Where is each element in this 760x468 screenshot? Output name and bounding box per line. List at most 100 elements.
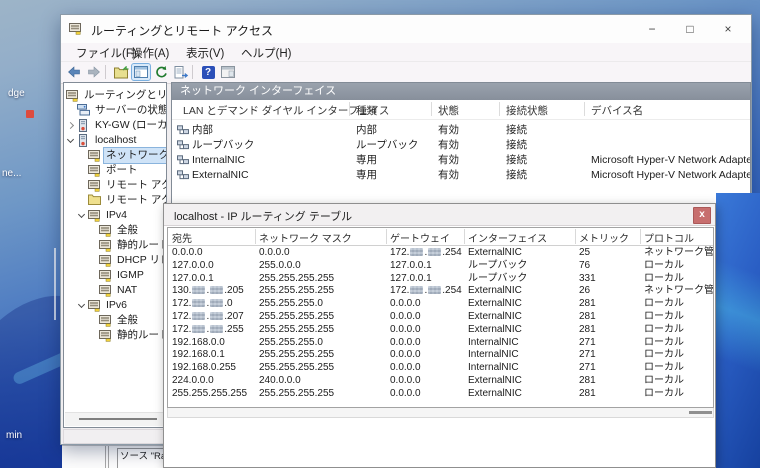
route-row[interactable]: 127.0.0.1 255.255.255.255 127.0.0.1 ループバック 3… [168, 273, 713, 285]
tree-item[interactable]: ネットワーク インターフェイス [64, 147, 166, 164]
tree-item[interactable]: IGMP [64, 268, 166, 283]
tree-item[interactable]: リモート アクセス クライアント [64, 178, 166, 193]
redacted-octets [192, 286, 206, 295]
chevron-right-icon[interactable] [67, 122, 75, 130]
tree-item[interactable]: localhost [64, 133, 166, 148]
tree-item[interactable]: ルーティングとリモート アクセス [64, 88, 166, 103]
interfaces-column-header[interactable]: 接続状態 [506, 103, 548, 118]
new-window-icon[interactable] [219, 64, 237, 80]
desktop-icon[interactable] [26, 110, 34, 118]
column-divider[interactable] [713, 229, 714, 244]
tree-item[interactable]: 全般 [64, 223, 166, 238]
route-cell: ExternalNIC [468, 323, 522, 335]
tree-item[interactable]: DHCP リレー エージ [64, 253, 166, 268]
route-cell: 271 [579, 349, 596, 361]
chevron-down-icon[interactable] [67, 137, 75, 145]
tree-item[interactable]: 静的ルート [64, 328, 166, 343]
interface-row[interactable]: ループバック ループバック 有効 接続 [172, 138, 750, 153]
route-row[interactable]: 0.0.0.0 0.0.0.0 172.. .254 ExternalNIC 25 ネットワ… [168, 247, 713, 259]
help-icon[interactable]: ? [199, 64, 217, 80]
tree-item[interactable]: IPv4 [64, 208, 166, 223]
routing-column-header[interactable]: プロトコル [644, 230, 694, 245]
routing-column-header[interactable]: インターフェイス [468, 230, 547, 245]
menu-f[interactable]: ファイル(F) [76, 45, 137, 61]
route-row[interactable]: 255.255.255.255 255.255.255.255 0.0.0.0 Ext… [168, 388, 713, 400]
route-cell: ExternalNIC [468, 375, 522, 386]
desktop-icon-label[interactable]: ne... [2, 168, 21, 179]
interface-cell: 接続 [506, 154, 527, 166]
tree-item[interactable]: 静的ルート [64, 238, 166, 253]
chevron-down-icon[interactable] [78, 302, 86, 310]
column-divider[interactable] [349, 102, 350, 116]
tree-item[interactable]: KY-GW (ローカル) [64, 118, 166, 133]
window-titlebar[interactable]: ルーティングとリモート アクセス − □ × [61, 15, 751, 44]
column-divider[interactable] [499, 102, 500, 116]
tree-scrollbar-thumb[interactable] [79, 418, 157, 420]
routing-column-header[interactable]: ゲートウェイ [390, 230, 450, 245]
column-divider[interactable] [640, 229, 641, 244]
column-divider[interactable] [584, 102, 585, 116]
route-cell: ローカル [644, 272, 684, 284]
forward-icon[interactable] [85, 64, 103, 80]
dialog-scrollbar-thumb[interactable] [689, 411, 712, 414]
interface-cell: ループバック [356, 139, 419, 151]
menu-a[interactable]: 操作(A) [131, 45, 169, 61]
route-row[interactable]: 192.168.0.1 255.255.255.255 0.0.0.0 Interna… [168, 349, 713, 361]
interface-cell: 専用 [356, 169, 377, 181]
route-row[interactable]: 130.. .205 255.255.255.255 172.. .254 Externa… [168, 285, 713, 297]
back-icon[interactable] [65, 64, 83, 80]
interface-row[interactable]: ExternalNIC 専用 有効 接続 Microsoft Hyper-V Netwo… [172, 168, 750, 183]
tree-horizontal-scrollbar[interactable] [65, 412, 165, 426]
tree-item[interactable]: ポート [64, 163, 166, 178]
export-folder-icon[interactable] [112, 64, 130, 80]
desktop-icon-label[interactable]: dge [8, 88, 25, 99]
interfaces-column-header[interactable]: デバイス名 [591, 103, 643, 118]
desktop-icon-label[interactable]: min [6, 430, 22, 441]
show-hide-console-tree-icon[interactable] [131, 63, 151, 81]
tree-item[interactable]: NAT [64, 283, 166, 298]
redacted-octets [192, 299, 206, 308]
route-row[interactable]: 127.0.0.0 255.0.0.0 127.0.0.1 ループバック 76 ローカル [168, 260, 713, 272]
menu-h[interactable]: ヘルプ(H) [241, 45, 291, 61]
dialog-close-button[interactable]: x [693, 207, 711, 224]
route-row[interactable]: 172.. .0 255.255.255.0 0.0.0.0 ExternalNIC 28… [168, 298, 713, 310]
interfaces-column-header[interactable]: 種類 [356, 103, 377, 118]
export-list-icon[interactable] [172, 64, 190, 80]
interface-row[interactable]: 内部 内部 有効 接続 [172, 123, 750, 138]
routing-column-header[interactable]: メトリック [579, 230, 629, 245]
route-cell: 0.0.0.0 [390, 311, 421, 322]
route-row[interactable]: 192.168.0.255 255.255.255.255 0.0.0.0 Inter… [168, 362, 713, 374]
column-divider[interactable] [255, 229, 256, 244]
interfaces-column-header[interactable]: 状態 [438, 103, 459, 118]
nic-icon [177, 140, 189, 150]
column-divider[interactable] [386, 229, 387, 244]
tree-item[interactable]: IPv6 [64, 298, 166, 313]
route-row[interactable]: 172.. .207 255.255.255.255 0.0.0.0 ExternalN… [168, 311, 713, 323]
maximize-button[interactable]: □ [671, 15, 709, 43]
routing-column-header[interactable]: ネットワーク マスク [259, 230, 352, 245]
rras-node-icon [66, 89, 79, 102]
routing-column-header[interactable]: 宛先 [172, 230, 192, 245]
tree-item[interactable]: 全般 [64, 313, 166, 328]
minimize-button[interactable]: − [633, 15, 671, 43]
route-row[interactable]: 172.. .255 255.255.255.255 0.0.0.0 ExternalN… [168, 324, 713, 336]
route-cell: 255.255.255.255 [259, 349, 335, 361]
menu-v[interactable]: 表示(V) [186, 45, 224, 61]
route-cell: 255.255.255.255 [172, 387, 248, 399]
chevron-down-icon[interactable] [78, 212, 86, 220]
close-button[interactable]: × [709, 15, 747, 43]
column-divider[interactable] [464, 229, 465, 244]
window-caption-buttons: − □ × [633, 15, 747, 43]
interface-row[interactable]: InternalNIC 専用 有効 接続 Microsoft Hyper-V Netwo… [172, 153, 750, 168]
dialog-horizontal-scrollbar[interactable] [167, 408, 714, 418]
refresh-icon[interactable] [152, 64, 170, 80]
desktop-wallpaper-right [716, 193, 760, 468]
route-row[interactable]: 224.0.0.0 240.0.0.0 0.0.0.0 ExternalNIC 281 ロ… [168, 375, 713, 387]
tree-item[interactable]: リモート アクセスのログとポリ [64, 193, 166, 208]
route-cell: 76 [579, 259, 591, 271]
route-row[interactable]: 192.168.0.0 255.255.255.0 0.0.0.0 InternalN… [168, 337, 713, 349]
dialog-titlebar[interactable]: localhost - IP ルーティング テーブル x [164, 204, 715, 226]
column-divider[interactable] [431, 102, 432, 116]
column-divider[interactable] [575, 229, 576, 244]
tree-item[interactable]: サーバーの状態 [64, 103, 166, 118]
